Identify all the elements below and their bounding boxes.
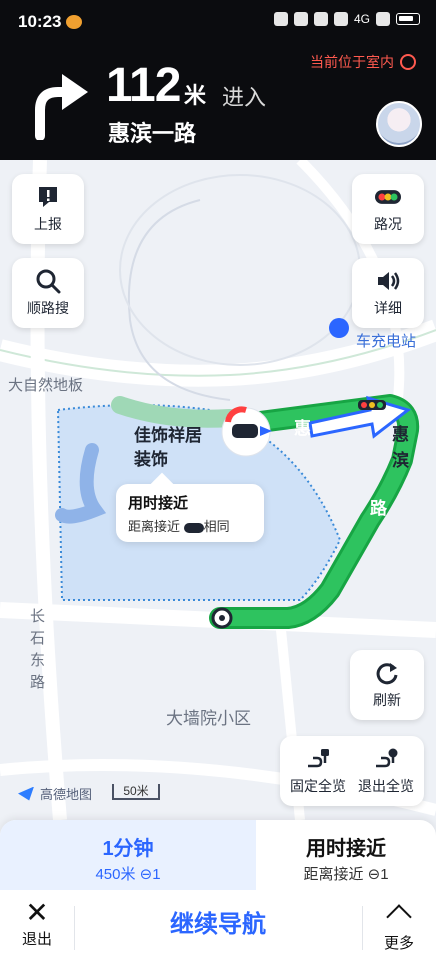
fixed-overview-button[interactable]: 固定全览	[290, 746, 346, 796]
wifi-icon	[376, 12, 390, 26]
report-button[interactable]: 上报	[12, 174, 84, 244]
more-label: 更多	[383, 935, 414, 952]
indoor-notice-text: 当前位于室内	[310, 54, 394, 70]
search-icon	[35, 268, 61, 294]
report-label: 上报	[34, 216, 62, 232]
close-icon: ✕	[25, 897, 49, 928]
location-icon	[313, 12, 328, 26]
alt-route-bubble[interactable]: 用时接近 距离接近 相同	[116, 472, 264, 542]
report-icon	[35, 184, 61, 210]
overview-controls: 固定全览 退出全览	[280, 736, 424, 806]
battery-icon	[396, 13, 420, 25]
poi-name-line1: 佳饰祥居	[134, 426, 202, 445]
speaker-icon	[375, 268, 401, 294]
distance-unit: 米	[184, 83, 207, 108]
map-label-char: 东	[30, 652, 46, 669]
bottom-panel: 1分钟 450米 ⊖1 用时接近 距离接近 ⊖1 ✕ 退出 继续导航 更多	[0, 820, 436, 960]
traffic-button[interactable]: 路况	[352, 174, 424, 244]
continue-navigation-button[interactable]: 继续导航	[128, 904, 308, 939]
navigation-header: 10:23 4G 当前位于室内 112 米 进入 惠滨一路	[0, 0, 436, 160]
traffic-light-icon	[183, 522, 204, 533]
signal-off-icon	[400, 54, 416, 70]
route-road-label: 惠	[294, 419, 311, 438]
route-road-label-vertical: 惠 滨	[392, 422, 409, 474]
next-road-name: 惠滨一路	[108, 121, 197, 146]
refresh-icon	[374, 660, 400, 686]
route-option-alternative[interactable]: 用时接近 距离接近 ⊖1	[256, 820, 436, 890]
search-along-button[interactable]: 顺路搜	[12, 258, 84, 328]
refresh-label: 刷新	[373, 692, 401, 708]
route-road-label-char: 惠	[392, 425, 409, 444]
amap-brand: 高德地图	[18, 784, 92, 803]
bubble-subtitle: 距离接近 相同	[128, 516, 230, 535]
fixed-overview-label: 固定全览	[290, 778, 346, 794]
poi-name-line2: 装饰	[134, 450, 168, 469]
bubble-subtitle-prefix: 距离接近	[128, 519, 181, 534]
map-scale: 50米	[112, 784, 160, 800]
poi-name[interactable]: 佳饰祥居 装饰	[134, 424, 202, 472]
detail-label: 详细	[374, 300, 402, 316]
weibo-icon	[66, 15, 82, 29]
user-avatar[interactable]	[376, 101, 422, 147]
status-icons: 4G	[273, 12, 420, 26]
map-label-daqiang: 大墙院小区	[166, 709, 251, 728]
exit-overview-button[interactable]: 退出全览	[358, 746, 414, 796]
map-label-changshi-dong-road: 长 石 东 路	[30, 606, 50, 694]
status-bar: 10:23 4G	[0, 0, 436, 44]
divider	[74, 906, 75, 950]
route-info: 距离接近 ⊖1	[303, 866, 389, 883]
mic-icon	[293, 12, 308, 26]
map-label-char: 长	[30, 608, 46, 625]
more-button[interactable]: 更多	[374, 898, 424, 954]
route-info: 450米 ⊖1	[95, 866, 161, 883]
indoor-notice[interactable]: 当前位于室内	[310, 52, 416, 72]
traffic-label: 路况	[374, 216, 402, 232]
hd-icon	[333, 12, 348, 26]
route-road-label-char: 路	[370, 499, 387, 518]
exit-overview-label: 退出全览	[358, 778, 414, 794]
search-along-label: 顺路搜	[27, 300, 69, 316]
detail-voice-button[interactable]: 详细	[352, 258, 424, 328]
status-time: 10:23	[18, 12, 62, 31]
route-option-current[interactable]: 1分钟 450米 ⊖1	[0, 820, 256, 890]
amap-brand-text: 高德地图	[40, 787, 93, 802]
map-label-char: 路	[30, 674, 46, 691]
maneuver-action: 进入	[222, 85, 267, 110]
refresh-button[interactable]: 刷新	[350, 650, 424, 720]
alarm-icon	[273, 12, 288, 26]
route-road-label-char: 滨	[392, 451, 409, 470]
network-type: 4G	[353, 12, 370, 26]
chevron-up-icon	[386, 904, 412, 930]
pin-route-icon	[305, 746, 331, 772]
route-time: 用时接近	[306, 838, 386, 860]
divider	[362, 906, 363, 950]
exit-label: 退出	[21, 931, 52, 948]
map-label-da-ziran: 大自然地板	[8, 377, 84, 394]
map-label-char: 石	[30, 630, 46, 647]
route-time: 1分钟	[102, 838, 154, 860]
exit-button[interactable]: ✕ 退出	[12, 898, 62, 954]
traffic-light-icon	[375, 184, 401, 210]
bubble-title: 用时接近	[128, 495, 189, 512]
route-pin-icon	[373, 746, 399, 772]
amap-logo-icon	[18, 786, 34, 801]
turn-right-arrow-icon	[35, 74, 88, 140]
map-label-charging-station: 车充电站	[356, 333, 417, 350]
bubble-subtitle-suffix: 相同	[203, 519, 230, 534]
maneuver-distance: 112	[106, 59, 181, 112]
